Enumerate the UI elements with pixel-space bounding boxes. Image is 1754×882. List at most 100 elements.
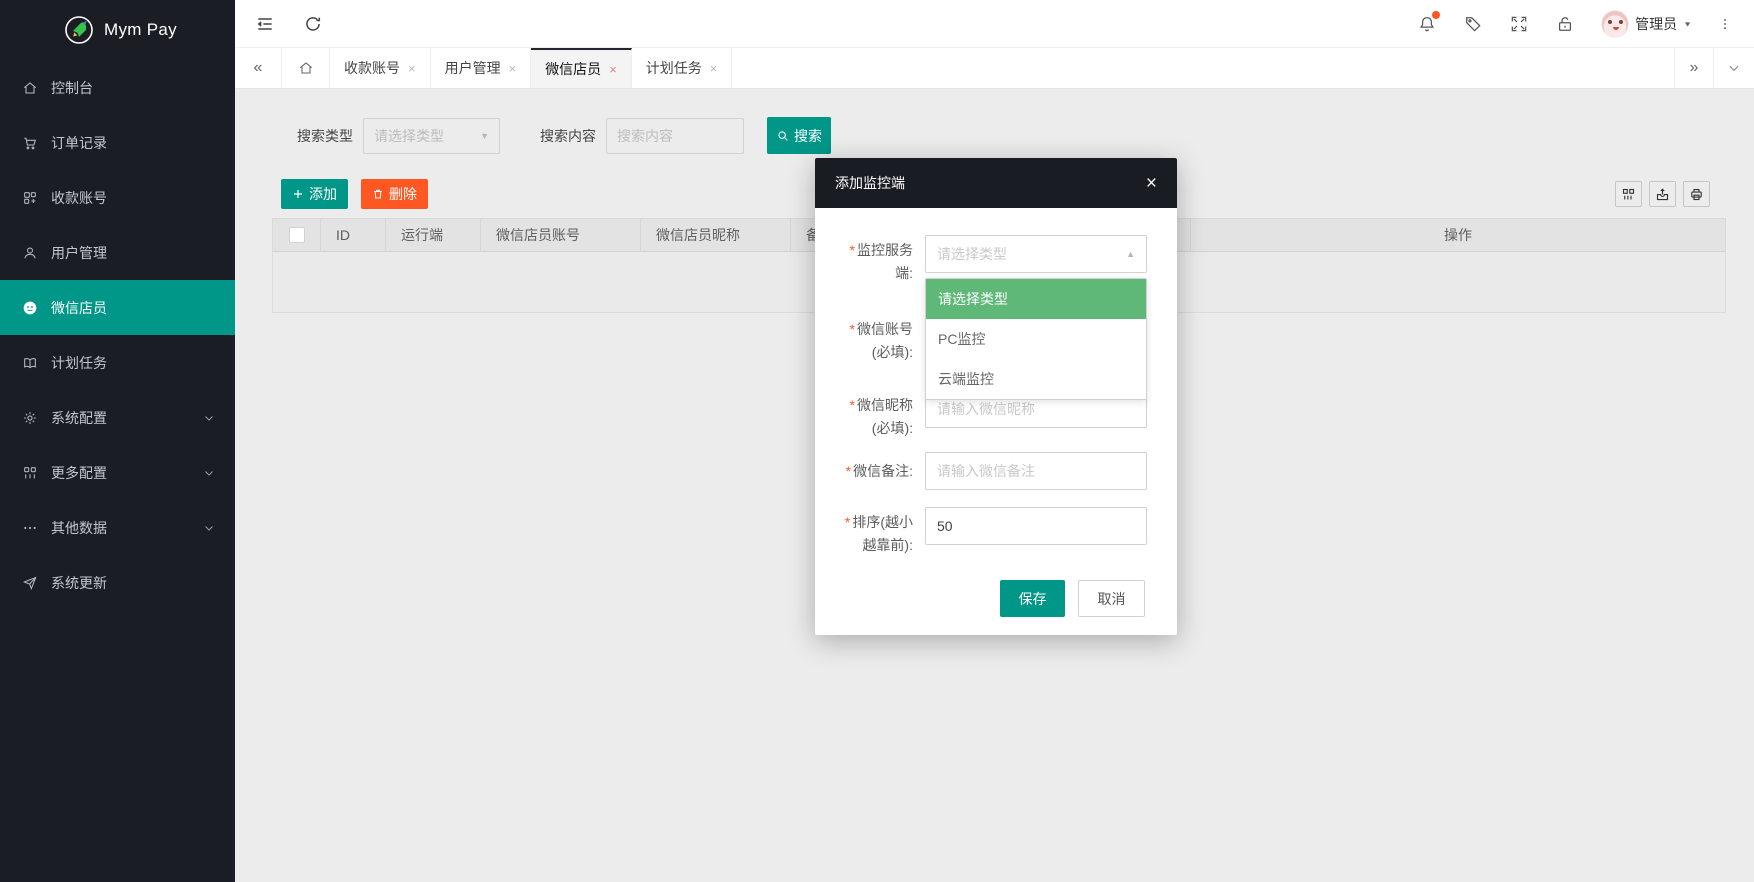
delete-button-label: 删除 — [389, 184, 417, 204]
modal-header: 添加监控端 × — [815, 158, 1177, 208]
required-asterisk: * — [850, 321, 855, 337]
field-label-sort: *排序(越小 越靠前): — [825, 511, 913, 557]
column-header-nickname: 微信店员昵称 — [641, 219, 791, 251]
topbar-right: 管理员 ▼ — [1417, 10, 1754, 38]
sidebar-item-orders[interactable]: 订单记录 — [0, 115, 235, 170]
tag-icon[interactable] — [1463, 14, 1483, 34]
sidebar-item-console[interactable]: 控制台 — [0, 60, 235, 115]
unlock-icon[interactable] — [1555, 14, 1575, 34]
table-tools — [1615, 181, 1726, 207]
close-icon[interactable]: × — [408, 61, 416, 76]
search-button-label: 搜索 — [794, 126, 822, 146]
wechat-remark-input[interactable] — [925, 452, 1147, 490]
dropdown-option-pc[interactable]: PC监控 — [926, 319, 1146, 359]
ellipsis-icon — [22, 520, 38, 536]
sidebar-item-label: 更多配置 — [51, 463, 107, 483]
tabs-scroll-left-button[interactable]: « — [235, 48, 282, 88]
columns-filter-button[interactable] — [1615, 181, 1642, 207]
kebab-menu-icon[interactable] — [1718, 14, 1732, 34]
close-icon[interactable]: × — [710, 61, 718, 76]
tab-users[interactable]: 用户管理 × — [431, 48, 532, 88]
select-all-checkbox[interactable] — [289, 227, 305, 243]
notifications-button[interactable] — [1417, 14, 1437, 34]
cancel-button[interactable]: 取消 — [1078, 580, 1145, 617]
collapse-sidebar-icon[interactable] — [255, 14, 275, 34]
sidebar-item-other-data[interactable]: 其他数据 — [0, 500, 235, 555]
gear-icon — [22, 410, 38, 426]
plus-icon — [292, 188, 304, 200]
tabs-scroll-right-button[interactable]: » — [1674, 48, 1713, 88]
column-header-id: ID — [321, 219, 386, 251]
sidebar-menu: 控制台 订单记录 收款账号 用户管理 微信店员 计划任务 — [0, 60, 235, 610]
sidebar-item-users[interactable]: 用户管理 — [0, 225, 235, 280]
search-type-select[interactable]: 请选择类型 ▼ — [363, 118, 500, 154]
sidebar-item-more-config[interactable]: 更多配置 — [0, 445, 235, 500]
chevron-down-icon — [203, 522, 215, 534]
topbar-left — [235, 14, 323, 34]
field-label-remark: *微信备注: — [825, 460, 913, 483]
refresh-icon[interactable] — [303, 14, 323, 34]
column-header-account: 微信店员账号 — [481, 219, 641, 251]
tab-scheduled-tasks[interactable]: 计划任务 × — [632, 48, 733, 88]
columns-icon — [1621, 187, 1636, 202]
user-menu[interactable]: 管理员 ▼ — [1601, 10, 1692, 38]
user-icon — [22, 245, 38, 261]
sidebar-item-system-update[interactable]: 系统更新 — [0, 555, 235, 610]
print-button[interactable] — [1683, 181, 1710, 207]
export-button[interactable] — [1649, 181, 1676, 207]
add-monitor-modal: 添加监控端 × *监控服务 端: 请选择类型 ▲ *微信账号 (必填): 请选择… — [815, 158, 1177, 635]
field-label-server: *监控服务 端: — [825, 239, 913, 285]
cart-icon — [22, 135, 38, 151]
search-type-value: 请选择类型 — [374, 126, 444, 146]
notification-badge-dot — [1432, 11, 1440, 19]
user-name: 管理员 — [1635, 14, 1677, 34]
user-avatar — [1601, 10, 1629, 38]
modal-title: 添加监控端 — [835, 173, 905, 193]
brand-logo-row: Mym Pay — [0, 0, 235, 60]
monitor-server-select[interactable]: 请选择类型 ▲ — [925, 235, 1147, 273]
sidebar-item-label: 用户管理 — [51, 243, 107, 263]
tab-home[interactable] — [282, 48, 330, 88]
column-header-actions: 操作 — [1191, 219, 1725, 251]
sidebar-item-scheduled-tasks[interactable]: 计划任务 — [0, 335, 235, 390]
tabs-menu-button[interactable] — [1713, 48, 1754, 88]
sidebar-item-system-config[interactable]: 系统配置 — [0, 390, 235, 445]
delete-button[interactable]: 删除 — [361, 179, 428, 209]
tab-label: 用户管理 — [445, 58, 501, 78]
sidebar-item-wechat-clerk[interactable]: 微信店员 — [0, 280, 235, 335]
search-content-label: 搜索内容 — [540, 126, 596, 146]
dropdown-option-placeholder[interactable]: 请选择类型 — [926, 279, 1146, 319]
search-content-input[interactable] — [606, 118, 744, 154]
save-button[interactable]: 保存 — [1000, 580, 1065, 617]
brand-name: Mym Pay — [104, 20, 177, 40]
topbar: 管理员 ▼ — [235, 0, 1754, 48]
sidebar-item-label: 收款账号 — [51, 188, 107, 208]
column-header-runtime: 运行端 — [386, 219, 481, 251]
close-icon[interactable]: × — [509, 61, 517, 76]
wechat-icon — [22, 300, 38, 316]
close-icon[interactable]: × — [1146, 174, 1157, 193]
tab-label: 收款账号 — [344, 58, 400, 78]
fullscreen-icon[interactable] — [1509, 14, 1529, 34]
close-icon[interactable]: × — [609, 62, 617, 77]
sidebar-item-label: 系统配置 — [51, 408, 107, 428]
required-asterisk: * — [850, 242, 855, 258]
component-icon — [22, 190, 38, 206]
tab-wechat-clerk[interactable]: 微信店员 × — [531, 48, 632, 88]
tab-label: 计划任务 — [646, 58, 702, 78]
search-button[interactable]: 搜索 — [767, 117, 831, 154]
chevron-down-icon — [203, 412, 215, 424]
tab-accounts[interactable]: 收款账号 × — [330, 48, 431, 88]
add-button[interactable]: 添加 — [281, 179, 348, 209]
trash-icon — [372, 188, 384, 200]
field-label-account: *微信账号 (必填): — [825, 318, 913, 364]
add-button-label: 添加 — [309, 184, 337, 204]
sidebar-item-accounts[interactable]: 收款账号 — [0, 170, 235, 225]
dropdown-option-cloud[interactable]: 云端监控 — [926, 359, 1146, 399]
search-type-label: 搜索类型 — [297, 126, 353, 146]
home-icon — [22, 80, 38, 96]
sidebar: Mym Pay 控制台 订单记录 收款账号 用户管理 微信店员 — [0, 0, 235, 882]
field-label-nickname: *微信昵称 (必填): — [825, 394, 913, 440]
sort-input[interactable] — [925, 507, 1147, 545]
monitor-server-placeholder: 请选择类型 — [937, 244, 1007, 264]
